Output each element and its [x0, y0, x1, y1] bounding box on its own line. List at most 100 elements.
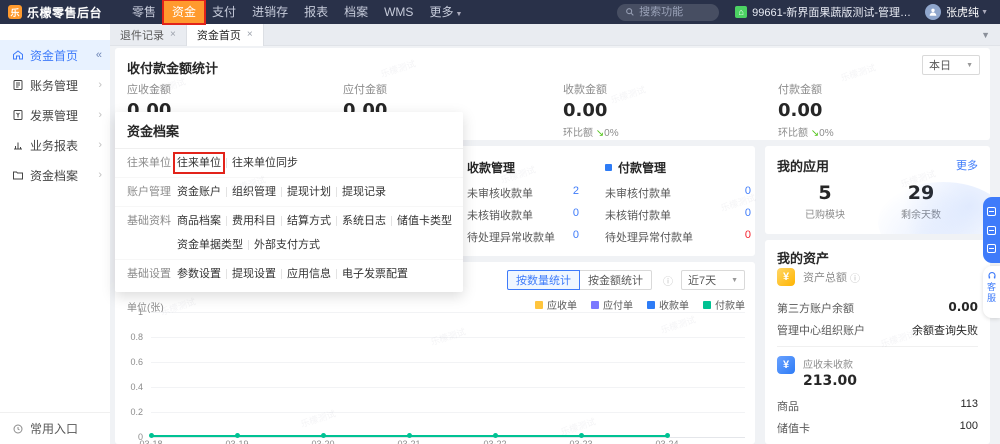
divider — [226, 269, 227, 279]
stat-mode-segment: 按数量统计 按金额统计 — [507, 270, 652, 290]
menu-item-withdraw-plan[interactable]: 提现计划 — [287, 183, 331, 201]
divider — [226, 187, 227, 197]
stats-title: 收付款金额统计 — [127, 58, 218, 77]
date-range-select[interactable]: 近7天 ▼ — [681, 270, 745, 290]
collapse-sidebar-icon[interactable]: « — [96, 49, 102, 61]
tenant-switcher[interactable]: ⌂ 99661-新界面果蔬版测试-管理… — [735, 4, 911, 20]
quick-tool-icon[interactable] — [987, 226, 996, 235]
menu-group-partners: 往来单位 往来单位 往来单位同步 — [115, 149, 463, 178]
chevron-right-icon: › — [98, 139, 102, 151]
menu-item-partners[interactable]: 往来单位 — [177, 154, 221, 172]
count-link[interactable]: 0 — [573, 207, 579, 223]
menu-item-stored-card-type[interactable]: 储值卡类型 — [397, 212, 452, 230]
legend-payable-doc[interactable]: 应付单 — [591, 297, 633, 312]
user-menu[interactable]: 张虎纯 ▼ — [925, 4, 988, 20]
menu-item-einvoice-config[interactable]: 电子发票配置 — [342, 265, 408, 283]
sidebar-item-accounting[interactable]: 账务管理 › — [0, 70, 110, 100]
org-account-row: 管理中心组织账户 余额查询失败 — [777, 322, 978, 338]
count-link[interactable]: 0 — [745, 229, 751, 245]
close-icon[interactable]: × — [170, 29, 176, 40]
menu-item-external-payment[interactable]: 外部支付方式 — [254, 236, 320, 254]
trend-down-icon: ↘ — [811, 128, 819, 139]
customer-service-button[interactable]: 客服 — [983, 266, 1000, 318]
user-name: 张虎纯 — [946, 4, 979, 20]
data-point — [493, 433, 498, 438]
nav-item-funds[interactable]: 资金 — [164, 0, 204, 24]
info-icon[interactable]: ⓘ — [850, 270, 860, 285]
tab-return-records[interactable]: 退件记录 × — [110, 24, 187, 46]
divider — [336, 187, 337, 197]
legend-receipt-doc[interactable]: 收款单 — [647, 297, 689, 312]
brand-title: 乐檬零售后台 — [27, 4, 102, 21]
chevron-right-icon: › — [98, 169, 102, 181]
y-tick: 0.4 — [119, 382, 143, 392]
trend-down-icon: ↘ — [596, 128, 604, 139]
quick-tools-strip[interactable] — [983, 197, 1000, 263]
divider — [391, 216, 392, 226]
menu-item-fund-account[interactable]: 资金账户 — [177, 183, 221, 201]
x-axis-line — [151, 437, 745, 438]
receivable-icon: ¥ — [777, 356, 795, 374]
info-icon[interactable]: ⓘ — [663, 273, 673, 288]
y-tick: 0.8 — [119, 332, 143, 342]
sidebar-item-business-reports[interactable]: 业务报表 › — [0, 130, 110, 160]
quick-tool-icon[interactable] — [987, 207, 996, 216]
legend-receivable-doc[interactable]: 应收单 — [535, 297, 577, 312]
nav-item-retail[interactable]: 零售 — [124, 0, 164, 24]
menu-item-settlement-method[interactable]: 结算方式 — [287, 212, 331, 230]
nav-item-wms[interactable]: WMS — [376, 0, 421, 24]
sidebar-item-funds-home[interactable]: 资金首页 « — [0, 40, 110, 70]
gridline — [151, 362, 745, 363]
nav-item-inventory[interactable]: 进销存 — [244, 0, 296, 24]
close-icon[interactable]: × — [247, 29, 253, 40]
menu-item-system-log[interactable]: 系统日志 — [342, 212, 386, 230]
menu-item-withdraw-settings[interactable]: 提现设置 — [232, 265, 276, 283]
legend-swatch — [647, 301, 655, 309]
menu-title: 资金档案 — [115, 112, 463, 149]
count-link[interactable]: 0 — [745, 185, 751, 201]
more-link[interactable]: 更多 — [956, 157, 978, 173]
menu-item-partners-sync[interactable]: 往来单位同步 — [232, 154, 298, 172]
tab-overflow-icon[interactable]: ▼ — [981, 30, 990, 40]
menu-item-org-management[interactable]: 组织管理 — [232, 183, 276, 201]
legend-payment-doc[interactable]: 付款单 — [703, 297, 745, 312]
by-amount-button[interactable]: 按金额统计 — [579, 270, 652, 290]
y-tick: 0.6 — [119, 357, 143, 367]
menu-item-expense-subject[interactable]: 费用科目 — [232, 212, 276, 230]
menu-item-goods-archive[interactable]: 商品档案 — [177, 212, 221, 230]
nav-item-reports[interactable]: 报表 — [296, 0, 336, 24]
x-tick: 03-24 — [647, 439, 687, 444]
common-entry[interactable]: 常用入口 — [0, 412, 110, 444]
nav-item-payment[interactable]: 支付 — [204, 0, 244, 24]
tab-funds-home[interactable]: 资金首页 × — [187, 24, 264, 46]
menu-item-parameter-settings[interactable]: 参数设置 — [177, 265, 221, 283]
count-link[interactable]: 0 — [573, 229, 579, 245]
home-icon — [12, 49, 24, 61]
my-assets-title: 我的资产 — [777, 248, 829, 267]
count-link[interactable]: 0 — [745, 207, 751, 223]
period-select[interactable]: 本日 ▼ — [922, 55, 980, 75]
search-input[interactable] — [639, 6, 711, 18]
sidebar-item-funds-archive[interactable]: 资金档案 › — [0, 160, 110, 190]
by-count-button[interactable]: 按数量统计 — [507, 270, 580, 290]
global-search[interactable] — [617, 4, 719, 21]
gridline — [151, 337, 745, 338]
x-tick: 03-18 — [131, 439, 171, 444]
folder-icon — [12, 169, 24, 181]
data-point — [149, 433, 154, 438]
avatar — [925, 4, 941, 20]
menu-item-fund-doc-type[interactable]: 资金单据类型 — [177, 236, 243, 254]
y-tick: 1 — [119, 307, 143, 317]
customer-service-label: 客服 — [985, 282, 998, 304]
menu-item-app-info[interactable]: 应用信息 — [287, 265, 331, 283]
quick-tool-icon[interactable] — [987, 244, 996, 253]
nav-item-more[interactable]: 更多▼ — [421, 0, 470, 24]
sidebar-item-invoices[interactable]: 发票管理 › — [0, 100, 110, 130]
count-link[interactable]: 2 — [573, 185, 579, 201]
store-icon: ⌂ — [735, 6, 747, 18]
menu-item-withdraw-record[interactable]: 提现记录 — [342, 183, 386, 201]
caret-down-icon: ▼ — [731, 277, 738, 284]
chevron-right-icon: › — [98, 109, 102, 121]
bar-chart-icon — [12, 139, 24, 151]
nav-item-archives[interactable]: 档案 — [336, 0, 376, 24]
